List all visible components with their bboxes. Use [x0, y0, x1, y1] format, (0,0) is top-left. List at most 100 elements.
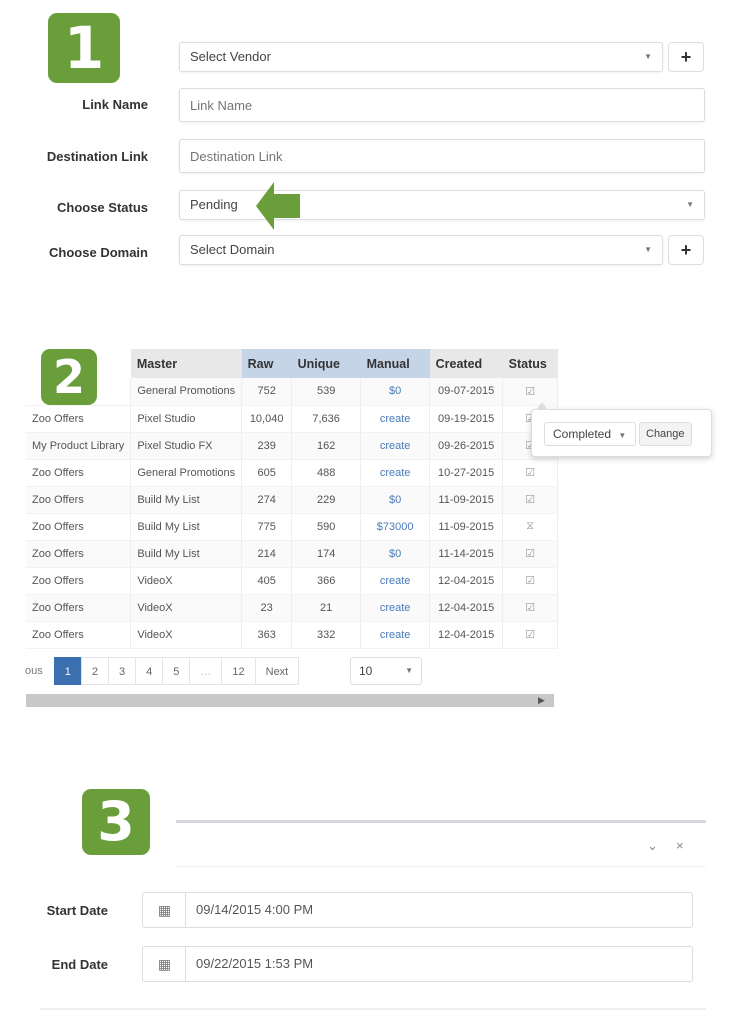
- links-table: Master Raw Unique Manual Created Status …: [26, 349, 559, 649]
- end-date-input[interactable]: 09/22/2015 1:53 PM: [185, 946, 693, 982]
- checkbox-icon[interactable]: ☑: [502, 594, 559, 622]
- column-header-unique[interactable]: Unique: [291, 349, 361, 378]
- manual-cell[interactable]: create: [360, 621, 431, 649]
- created-cell: 10-27-2015: [429, 459, 504, 487]
- vendor-cell: Zoo Offers: [26, 594, 132, 622]
- table-row: Zoo Offers Build My List 775 590 $73000 11-09…: [26, 513, 559, 541]
- column-header-manual[interactable]: Manual: [360, 349, 430, 378]
- manual-cell[interactable]: create: [360, 459, 431, 487]
- choose-status-label: Choose Status: [56, 200, 148, 215]
- created-cell: 09-26-2015: [429, 432, 504, 460]
- panel-footer-divider: [40, 1008, 706, 1010]
- raw-cell: 10,040: [241, 405, 293, 433]
- table-header-row: Master Raw Unique Manual Created Status: [26, 349, 558, 378]
- scroll-right-icon[interactable]: ▶: [538, 694, 545, 707]
- choose-domain-label: Choose Domain: [49, 245, 148, 260]
- add-vendor-button[interactable]: +: [668, 42, 704, 72]
- table-row: My Product Library Pixel Studio FX 239 162 c…: [26, 432, 559, 460]
- checkbox-icon[interactable]: ☑: [502, 540, 559, 568]
- vendor-select[interactable]: Select Vendor ▼: [179, 42, 663, 72]
- created-cell: 09-19-2015: [429, 405, 504, 433]
- vendor-cell: Zoo Offers: [26, 459, 132, 487]
- unique-cell: 229: [291, 486, 362, 514]
- arrow-left-icon: [256, 182, 300, 230]
- start-date-label: Start Date: [46, 903, 108, 918]
- status-change-select[interactable]: Completed ▼: [544, 422, 636, 446]
- page-button-1[interactable]: 1: [53, 657, 82, 685]
- manual-cell[interactable]: create: [360, 432, 431, 460]
- start-date-input[interactable]: 09/14/2015 4:00 PM: [185, 892, 693, 928]
- chevron-down-icon: ▼: [405, 666, 413, 675]
- previous-page-button[interactable]: ous: [25, 657, 55, 685]
- unique-cell: 366: [291, 567, 362, 595]
- raw-cell: 214: [241, 540, 293, 568]
- vendor-cell: Zoo Offers: [26, 486, 132, 514]
- add-domain-button[interactable]: +: [668, 235, 704, 265]
- master-cell: VideoX: [130, 621, 243, 649]
- raw-cell: 775: [241, 513, 293, 541]
- change-button[interactable]: Change: [639, 422, 692, 446]
- page-button-12[interactable]: 12: [221, 657, 256, 685]
- page-button-5[interactable]: 5: [162, 657, 191, 685]
- manual-cell[interactable]: create: [360, 567, 431, 595]
- vendor-cell: My Product Library: [26, 432, 132, 460]
- close-icon[interactable]: ×: [676, 838, 684, 853]
- manual-cell[interactable]: $73000: [360, 513, 431, 541]
- unique-cell: 162: [291, 432, 362, 460]
- destination-link-label: Destination Link: [46, 149, 148, 164]
- page-button-3[interactable]: 3: [108, 657, 137, 685]
- link-name-input[interactable]: [179, 88, 705, 122]
- table-row: Zoo Offers VideoX 23 21 create 12-04-2015 ☑: [26, 594, 559, 622]
- hourglass-icon[interactable]: ⧖: [502, 513, 559, 541]
- table-row: Zoo Offers Build My List 214 174 $0 11-14-201…: [26, 540, 559, 568]
- domain-select[interactable]: Select Domain ▼: [179, 235, 663, 265]
- raw-cell: 239: [241, 432, 293, 460]
- calendar-icon[interactable]: ▦: [142, 946, 186, 982]
- table-row: Zoo Offers General Promotions 605 488 create…: [26, 459, 559, 487]
- unique-cell: 7,636: [291, 405, 362, 433]
- vendor-cell: Zoo Offers: [26, 621, 132, 649]
- collapse-icon[interactable]: ⌄: [647, 838, 658, 854]
- destination-link-input[interactable]: [179, 139, 705, 173]
- manual-cell[interactable]: create: [360, 405, 431, 433]
- column-header-raw[interactable]: Raw: [241, 349, 292, 378]
- table-row: Zoo Offers VideoX 363 332 create 12-04-2015 ☑: [26, 621, 559, 649]
- column-header-master[interactable]: Master: [130, 349, 242, 378]
- raw-cell: 274: [241, 486, 293, 514]
- vendor-cell: Zoo Offers: [26, 567, 132, 595]
- vendor-cell: Zoo Offers: [26, 405, 132, 433]
- horizontal-scrollbar[interactable]: [26, 694, 554, 707]
- raw-cell: 363: [241, 621, 293, 649]
- manual-cell[interactable]: $0: [360, 540, 431, 568]
- table-row: Zoo Offers Build My List 274 229 $0 11-09-201…: [26, 486, 559, 514]
- page-button-2[interactable]: 2: [80, 657, 109, 685]
- created-cell: 12-04-2015: [429, 621, 504, 649]
- master-cell: General Promotions: [130, 378, 243, 406]
- manual-cell[interactable]: $0: [360, 486, 431, 514]
- unique-cell: 332: [291, 621, 362, 649]
- created-cell: 12-04-2015: [429, 594, 504, 622]
- master-cell: Build My List: [130, 540, 243, 568]
- vendor-cell: Zoo Offers: [26, 513, 132, 541]
- column-header-created[interactable]: Created: [429, 349, 503, 378]
- status-select-value: Pending: [190, 197, 238, 212]
- created-cell: 11-09-2015: [429, 486, 504, 514]
- master-cell: Build My List: [130, 513, 243, 541]
- step-badge-2: 2: [41, 349, 97, 405]
- checkbox-icon[interactable]: ☑: [502, 486, 559, 514]
- column-header-status[interactable]: Status: [502, 349, 558, 378]
- manual-cell[interactable]: $0: [360, 378, 431, 406]
- checkbox-icon[interactable]: ☑: [502, 567, 559, 595]
- checkbox-icon[interactable]: ☑: [502, 378, 559, 406]
- checkbox-icon[interactable]: ☑: [502, 459, 559, 487]
- next-page-button[interactable]: Next: [254, 657, 300, 685]
- page-button-4[interactable]: 4: [135, 657, 164, 685]
- manual-cell[interactable]: create: [360, 594, 431, 622]
- calendar-icon[interactable]: ▦: [142, 892, 186, 928]
- table-row: Zoo Offers VideoX 405 366 create 12-04-2015 ☑: [26, 567, 559, 595]
- raw-cell: 23: [241, 594, 293, 622]
- unique-cell: 174: [291, 540, 362, 568]
- step-badge-3: 3: [82, 789, 150, 855]
- checkbox-icon[interactable]: ☑: [502, 621, 559, 649]
- per-page-select[interactable]: 10 ▼: [350, 657, 422, 685]
